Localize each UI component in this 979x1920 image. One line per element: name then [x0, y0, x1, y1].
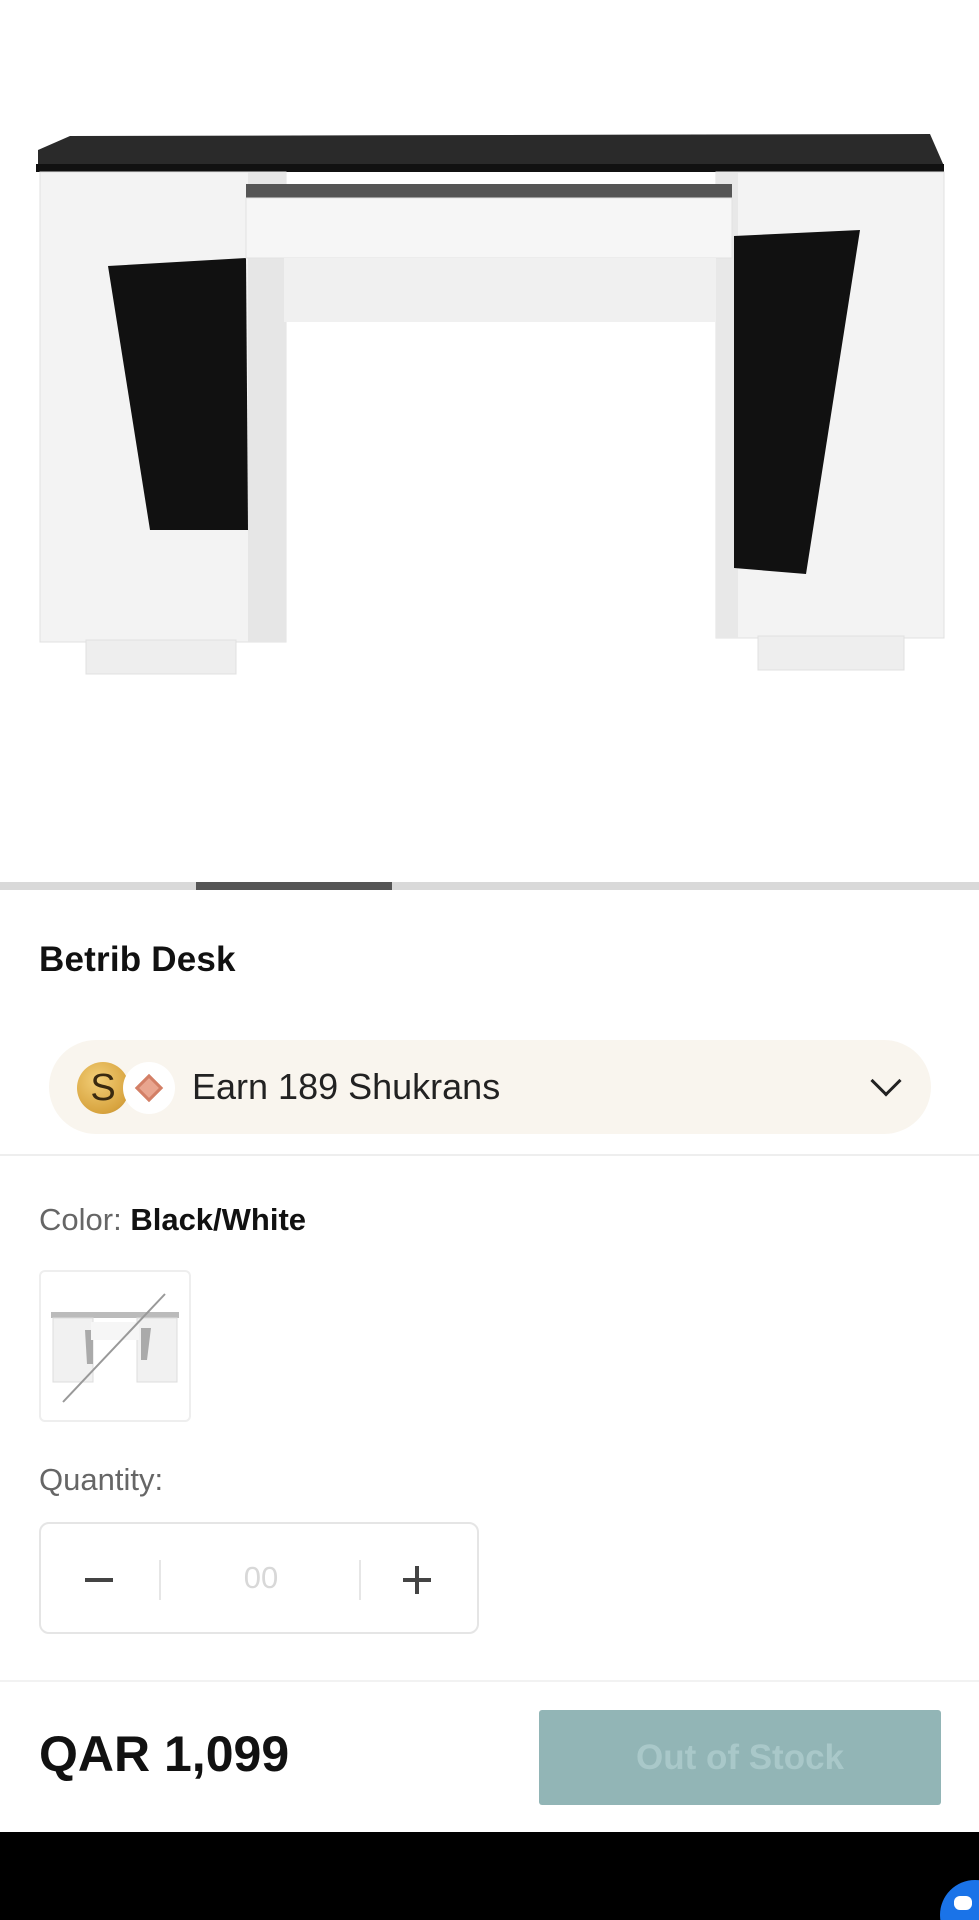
shukran-earn-text: Earn 189 Shukrans [192, 1066, 501, 1107]
color-label: Color: [39, 1202, 122, 1237]
shukran-rewards-banner[interactable]: S Earn 189 Shukrans [49, 1040, 931, 1134]
product-image-carousel[interactable] [0, 0, 979, 880]
quantity-value[interactable]: 00 [161, 1560, 361, 1596]
diamond-badge-icon [123, 1062, 175, 1114]
color-row: Color: Black/White [39, 1202, 306, 1238]
carousel-indicator [0, 882, 979, 890]
chat-bubble-icon [954, 1896, 972, 1910]
stepper-divider [359, 1560, 361, 1600]
minus-icon[interactable] [85, 1578, 113, 1582]
system-navigation-bar [0, 1832, 979, 1920]
color-swatch-black-white[interactable] [39, 1270, 191, 1422]
desk-product-image [36, 134, 945, 675]
product-price: QAR 1,099 [39, 1726, 290, 1782]
desk-swatch-crossed-out [51, 1293, 179, 1403]
out-of-stock-button[interactable]: Out of Stock [539, 1710, 941, 1805]
divider [0, 1680, 979, 1682]
divider [0, 1154, 979, 1156]
chevron-down-icon[interactable] [870, 1065, 902, 1097]
quantity-stepper: 00 [39, 1522, 479, 1634]
plus-icon[interactable] [415, 1566, 419, 1594]
quantity-label: Quantity: [39, 1462, 164, 1497]
shukran-coin-icon: S [77, 1062, 129, 1114]
product-title: Betrib Desk [39, 940, 236, 979]
color-value: Black/White [130, 1202, 307, 1237]
carousel-active-indicator [196, 882, 392, 890]
